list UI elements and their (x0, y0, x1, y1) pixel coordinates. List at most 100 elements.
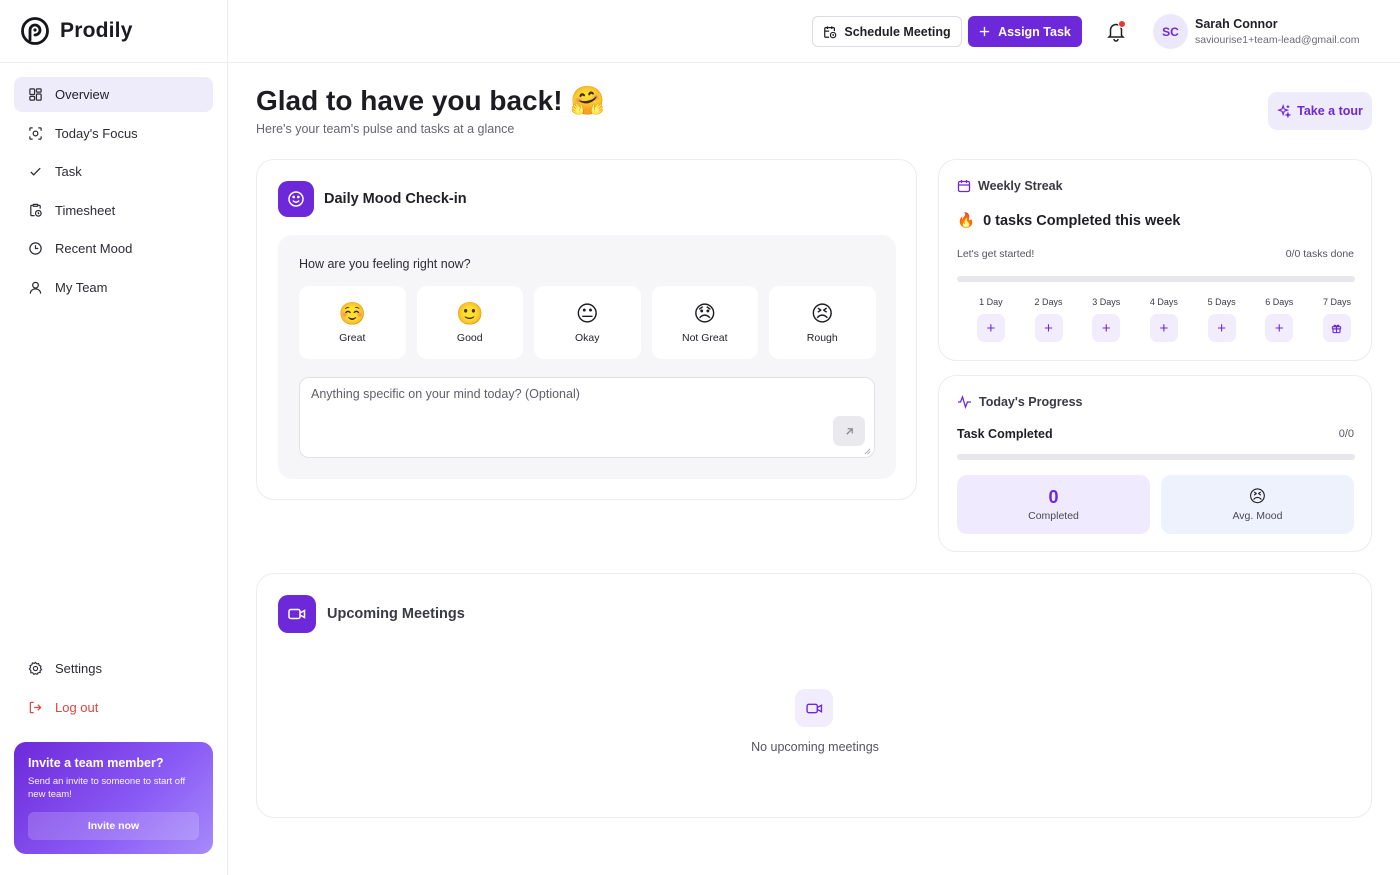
streak-headline: 🔥 0 tasks Completed this week (957, 212, 1181, 230)
completed-label: Completed (1028, 510, 1079, 522)
meetings-title: Upcoming Meetings (327, 606, 465, 622)
mood-panel: How are you feeling right now? ☺️ Great … (278, 235, 896, 479)
send-mood-button[interactable] (833, 416, 865, 446)
brand-name: Prodily (60, 19, 133, 42)
streak-progress-bar (957, 276, 1355, 282)
day-label: 7 Days (1322, 297, 1351, 307)
user-email: saviourise1+team-lead@gmail.com (1195, 34, 1360, 46)
sidebar-item-todays-focus[interactable]: Today's Focus (14, 116, 213, 151)
mood-note-input[interactable] (299, 377, 875, 458)
day-gift-button[interactable] (1322, 314, 1351, 342)
sidebar-item-label: Log out (55, 699, 99, 715)
mood-label: Okay (574, 331, 600, 344)
task-completed-count: 0/0 (1338, 428, 1354, 440)
sidebar-item-logout[interactable]: Log out (14, 690, 213, 725)
mood-emoji: 🙂 (456, 300, 484, 326)
invite-title: Invite a team member? (28, 756, 164, 770)
streak-day: 6 Days + (1250, 297, 1308, 342)
streak-day: 2 Days + (1020, 297, 1078, 342)
streak-title: Weekly Streak (978, 179, 1063, 193)
day-plus-button[interactable]: + (1149, 314, 1178, 342)
focus-icon (29, 126, 42, 140)
sidebar-item-label: Task (55, 164, 82, 179)
gift-icon (1332, 324, 1342, 333)
user-name: Sarah Connor (1195, 17, 1278, 31)
notification-dot (1118, 20, 1126, 28)
sidebar-item-label: Today's Focus (55, 125, 138, 141)
plus-icon (980, 26, 990, 37)
sidebar-item-label: Overview (55, 87, 110, 102)
day-label: 3 Days (1092, 297, 1121, 307)
task-completed-label: Task Completed (957, 427, 1053, 441)
meetings-badge (278, 595, 316, 633)
invite-now-button[interactable]: Invite now (28, 812, 199, 840)
progress-title: Today's Progress (979, 395, 1083, 409)
streak-day: 4 Days + (1135, 297, 1193, 342)
day-plus-button[interactable]: + (1034, 314, 1063, 342)
mood-label: Rough (806, 331, 838, 344)
resize-grip-icon[interactable] (864, 448, 871, 455)
sidebar-divider (0, 62, 228, 63)
mood-emoji: 😣 (810, 300, 834, 326)
mood-option-okay[interactable]: 😐 Okay (534, 286, 641, 359)
empty-meetings-badge (795, 689, 833, 727)
timesheet-icon (30, 203, 42, 217)
sidebar-item-label: Settings (55, 661, 102, 676)
mood-emoji: 😐 (575, 300, 599, 326)
gear-icon (28, 661, 43, 676)
activity-icon (958, 395, 971, 409)
take-a-tour-button[interactable]: Take a tour (1268, 92, 1372, 130)
avg-mood-emoji: 😣 (1248, 487, 1267, 506)
day-label: 6 Days (1265, 297, 1294, 307)
check-icon (30, 167, 41, 176)
invite-text: Send an invite to someone to start off n… (28, 776, 186, 800)
arrow-up-right-icon (845, 427, 853, 435)
page-subtitle: Here's your team's pulse and tasks at a … (256, 122, 515, 136)
day-label: 4 Days (1149, 297, 1178, 307)
avg-mood-label: Avg. Mood (1232, 510, 1283, 522)
clock-icon (29, 242, 42, 255)
sidebar-item-recent-mood[interactable]: Recent Mood (14, 231, 213, 266)
streak-days: 1 Day + 2 Days + 3 Days + 4 Days + 5 Days + 6… (962, 297, 1366, 342)
take-a-tour-label: Take a tour (1297, 104, 1363, 118)
mood-badge (278, 181, 314, 217)
sidebar-item-my-team[interactable]: My Team (14, 270, 213, 305)
fire-icon: 🔥 (957, 213, 976, 229)
grid-icon (29, 88, 42, 101)
sidebar-item-task[interactable]: Task (14, 154, 213, 189)
schedule-meeting-button[interactable]: Schedule Meeting (812, 16, 962, 47)
mood-option-good[interactable]: 🙂 Good (416, 286, 523, 359)
sparkle-icon (1277, 104, 1292, 118)
sidebar-item-timesheet[interactable]: Timesheet (14, 193, 213, 228)
mood-checkin-card: Daily Mood Check-in How are you feeling … (256, 159, 917, 500)
sidebar-nav: Overview Today's Focus Task Timesheet Re… (14, 77, 213, 308)
assign-task-button[interactable]: Assign Task (968, 16, 1082, 47)
avatar[interactable]: SC (1153, 14, 1188, 49)
mood-option-not-great[interactable]: 😞 Not Great (651, 286, 758, 359)
sidebar-item-settings[interactable]: Settings (14, 651, 213, 686)
avg-mood-stat: 😣 Avg. Mood (1161, 475, 1354, 534)
day-plus-button[interactable]: + (976, 314, 1005, 342)
mood-emoji: ☺️ (338, 300, 366, 326)
prodily-logo-icon (21, 17, 49, 45)
sidebar: Prodily Overview Today's Focus Task Time… (0, 0, 228, 875)
smile-icon (288, 191, 304, 207)
upcoming-meetings-card: Upcoming Meetings No upcoming meetings (256, 573, 1372, 818)
assign-task-label: Assign Task (998, 24, 1071, 39)
mood-option-great[interactable]: ☺️ Great (299, 286, 406, 359)
completed-value: 0 (1048, 487, 1059, 507)
sidebar-item-label: Recent Mood (55, 241, 133, 256)
day-plus-button[interactable]: + (1092, 314, 1121, 342)
sidebar-item-label: Timesheet (55, 202, 116, 218)
streak-headline-text: 0 tasks Completed this week (983, 212, 1181, 229)
sidebar-item-label: My Team (55, 279, 108, 295)
brand-logo[interactable]: Prodily (20, 16, 133, 46)
logout-icon (29, 701, 42, 713)
sidebar-bottom-nav: Settings Log out (14, 651, 213, 728)
mood-option-rough[interactable]: 😣 Rough (769, 286, 876, 359)
streak-day: 7 Days (1308, 297, 1366, 342)
day-plus-button[interactable]: + (1265, 314, 1294, 342)
notifications-bell[interactable] (1105, 20, 1127, 42)
day-plus-button[interactable]: + (1207, 314, 1236, 342)
sidebar-item-overview[interactable]: Overview (14, 77, 213, 112)
